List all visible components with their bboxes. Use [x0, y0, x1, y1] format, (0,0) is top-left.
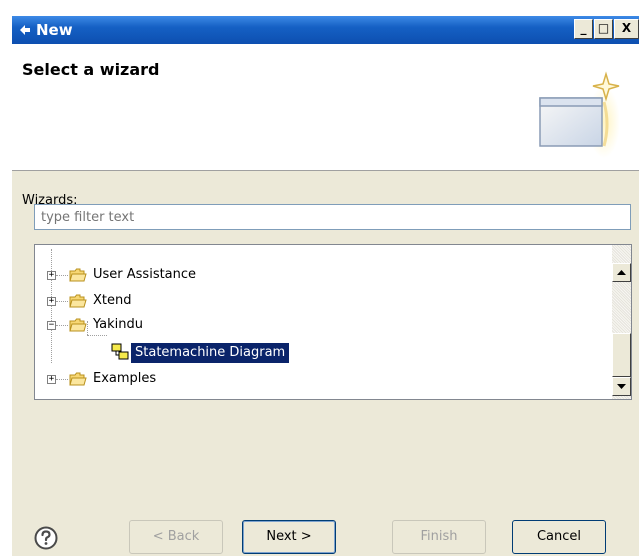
- arrow-up-icon: [617, 270, 626, 275]
- next-button[interactable]: Next >: [242, 520, 336, 554]
- wizard-header: Select a wizard: [12, 44, 639, 171]
- new-wizard-dialog: New _ □ X Select a wizard Wizards: type …: [12, 16, 639, 556]
- tree-item-label: Examples: [93, 371, 157, 386]
- statechart-icon: [111, 343, 129, 360]
- arrow-down-icon: [617, 384, 626, 389]
- collapse-icon[interactable]: −: [47, 321, 56, 330]
- expand-icon[interactable]: +: [47, 297, 56, 306]
- window-title: New: [36, 21, 73, 39]
- filter-input[interactable]: [34, 204, 631, 230]
- tree-item-user-assistance[interactable]: + User Assistance: [35, 265, 595, 287]
- back-button[interactable]: < Back: [129, 520, 223, 554]
- scroll-thumb[interactable]: [612, 333, 631, 377]
- tree-item-label: User Assistance: [93, 267, 197, 282]
- title-bar[interactable]: New _ □ X: [12, 16, 639, 44]
- folder-icon: [69, 294, 87, 308]
- tree-item-statemachine-diagram[interactable]: Statemachine Diagram: [35, 341, 595, 363]
- eclipse-icon: [20, 25, 30, 35]
- folder-open-icon: [69, 318, 87, 332]
- tree-item-yakindu[interactable]: − Yakindu: [35, 315, 595, 337]
- wizard-tree[interactable]: + User Assistance + Xtend − Yakindu Stat…: [34, 244, 632, 400]
- page-title: Select a wizard: [22, 60, 160, 79]
- tree-connector: [56, 379, 68, 380]
- tree-item-xtend[interactable]: + Xtend: [35, 291, 595, 313]
- tree-connector: [56, 301, 68, 302]
- finish-button[interactable]: Finish: [392, 520, 486, 554]
- tree-item-label: Xtend: [93, 293, 132, 308]
- tree-connector: [56, 275, 68, 276]
- tree-item-examples[interactable]: + Examples: [35, 369, 595, 391]
- close-button[interactable]: X: [614, 19, 639, 39]
- new-wizard-banner-icon: [539, 71, 620, 158]
- tree-connector: [56, 325, 68, 326]
- folder-icon: [69, 268, 87, 282]
- tree-item-label: Yakindu: [93, 317, 143, 332]
- maximize-button[interactable]: □: [594, 19, 613, 39]
- tree-scrollbar[interactable]: [612, 245, 631, 399]
- help-icon[interactable]: [34, 526, 58, 550]
- background-edge: [0, 0, 12, 556]
- minimize-button[interactable]: _: [574, 19, 593, 39]
- expand-icon[interactable]: +: [47, 271, 56, 280]
- expand-icon[interactable]: +: [47, 375, 56, 384]
- cancel-button[interactable]: Cancel: [512, 520, 606, 554]
- scroll-down-button[interactable]: [612, 377, 631, 396]
- tree-item-label: Statemachine Diagram: [131, 343, 290, 363]
- folder-icon: [69, 372, 87, 386]
- button-bar: < Back Next > Finish Cancel: [12, 504, 639, 556]
- scroll-up-button[interactable]: [612, 263, 631, 282]
